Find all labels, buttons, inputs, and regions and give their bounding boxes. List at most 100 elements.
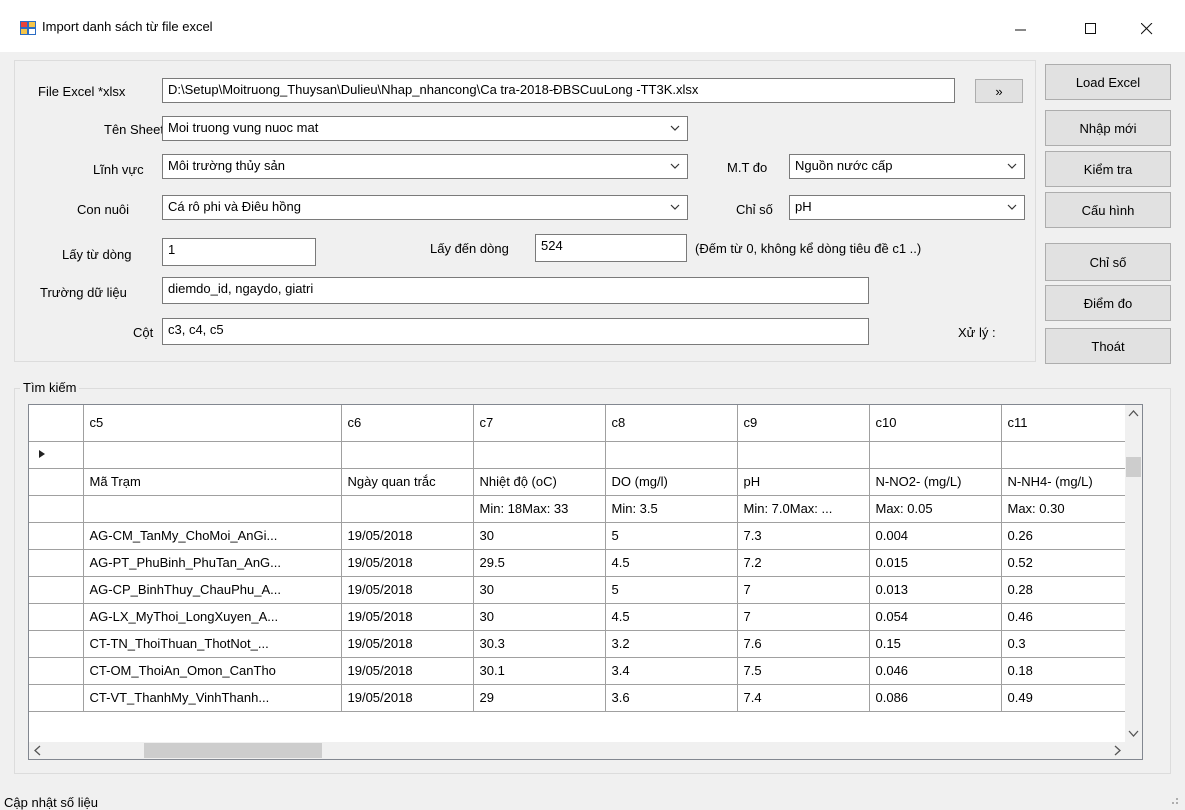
table-cell[interactable] — [473, 441, 606, 469]
table-cell[interactable]: 0.004 — [869, 522, 1002, 550]
table-cell[interactable]: CT-VT_ThanhMy_VinhThanh... — [83, 684, 342, 712]
resize-grip-icon[interactable] — [1171, 797, 1179, 805]
column-header[interactable]: c11 — [1001, 405, 1134, 442]
table-cell[interactable]: 30 — [473, 522, 606, 550]
table-cell[interactable] — [737, 441, 870, 469]
scroll-down-icon[interactable] — [1125, 725, 1142, 742]
table-cell[interactable]: 19/05/2018 — [341, 657, 474, 685]
diem-do-button[interactable]: Điểm đo — [1045, 285, 1171, 321]
table-cell[interactable] — [83, 441, 342, 469]
dendong-input[interactable]: 524 — [535, 234, 687, 262]
table-cell[interactable]: 0.49 — [1001, 684, 1134, 712]
load-excel-button[interactable]: Load Excel — [1045, 64, 1171, 100]
table-cell[interactable] — [1001, 441, 1134, 469]
table-row[interactable]: AG-LX_MyThoi_LongXuyen_A... 19/05/2018 30 4… — [29, 603, 1134, 631]
table-cell[interactable]: N-NO2- (mg/L) — [869, 468, 1002, 496]
table-cell[interactable]: 4.5 — [605, 603, 738, 631]
table-cell[interactable]: AG-CM_TanMy_ChoMoi_AnGi... — [83, 522, 342, 550]
vertical-scrollbar[interactable] — [1125, 405, 1142, 742]
cau-hinh-button[interactable]: Cấu hình — [1045, 192, 1171, 228]
table-row[interactable]: AG-CM_TanMy_ChoMoi_AnGi... 19/05/2018 30 5 7… — [29, 522, 1134, 550]
table-cell[interactable]: 3.6 — [605, 684, 738, 712]
row-header[interactable] — [29, 603, 84, 631]
table-cell[interactable]: 7.3 — [737, 522, 870, 550]
row-header[interactable] — [29, 684, 84, 712]
table-cell[interactable]: AG-LX_MyThoi_LongXuyen_A... — [83, 603, 342, 631]
table-cell[interactable]: 0.015 — [869, 549, 1002, 577]
scroll-right-icon[interactable] — [1109, 742, 1126, 759]
column-header[interactable]: c5 — [83, 405, 342, 442]
column-header[interactable]: c7 — [473, 405, 606, 442]
table-cell[interactable] — [605, 441, 738, 469]
table-cell[interactable]: 5 — [605, 522, 738, 550]
table-row[interactable]: CT-VT_ThanhMy_VinhThanh... 19/05/2018 29 3.… — [29, 684, 1134, 712]
table-cell[interactable]: 19/05/2018 — [341, 603, 474, 631]
table-cell[interactable]: 0.26 — [1001, 522, 1134, 550]
table-cell[interactable] — [341, 441, 474, 469]
table-cell[interactable]: CT-TN_ThoiThuan_ThotNot_... — [83, 630, 342, 658]
row-header[interactable] — [29, 630, 84, 658]
chi-so-button[interactable]: Chỉ số — [1045, 243, 1171, 281]
table-cell[interactable]: Max: 0.05 — [869, 495, 1002, 523]
table-row[interactable]: CT-OM_ThoiAn_Omon_CanTho 19/05/2018 30.1 3.… — [29, 657, 1134, 685]
vertical-scroll-thumb[interactable] — [1126, 457, 1141, 477]
table-cell[interactable]: CT-OM_ThoiAn_Omon_CanTho — [83, 657, 342, 685]
table-cell[interactable]: 7.2 — [737, 549, 870, 577]
table-cell[interactable]: 30.1 — [473, 657, 606, 685]
maximize-button[interactable] — [1068, 14, 1114, 44]
horizontal-scrollbar[interactable] — [29, 742, 1126, 759]
table-cell[interactable]: 0.28 — [1001, 576, 1134, 604]
table-cell[interactable]: Nhiệt độ (oC) — [473, 468, 606, 496]
nhap-moi-button[interactable]: Nhập mới — [1045, 110, 1171, 146]
column-header[interactable]: c6 — [341, 405, 474, 442]
table-cell[interactable]: 0.046 — [869, 657, 1002, 685]
table-cell[interactable]: 30 — [473, 603, 606, 631]
table-cell[interactable]: 0.15 — [869, 630, 1002, 658]
table-row[interactable]: AG-CP_BinhThuy_ChauPhu_A... 19/05/2018 30 5… — [29, 576, 1134, 604]
scroll-left-icon[interactable] — [29, 742, 46, 759]
table-cell[interactable]: 19/05/2018 — [341, 576, 474, 604]
row-header[interactable] — [29, 657, 84, 685]
row-header[interactable] — [29, 441, 84, 469]
table-cell[interactable]: 7.5 — [737, 657, 870, 685]
table-cell[interactable]: 3.2 — [605, 630, 738, 658]
table-cell[interactable] — [341, 495, 474, 523]
table-cell[interactable]: 5 — [605, 576, 738, 604]
table-cell[interactable]: AG-CP_BinhThuy_ChauPhu_A... — [83, 576, 342, 604]
row-header[interactable] — [29, 522, 84, 550]
table-cell[interactable]: 30.3 — [473, 630, 606, 658]
table-cell[interactable]: 0.52 — [1001, 549, 1134, 577]
kiem-tra-button[interactable]: Kiểm tra — [1045, 151, 1171, 187]
column-header[interactable]: c8 — [605, 405, 738, 442]
table-cell[interactable]: 0.46 — [1001, 603, 1134, 631]
table-cell[interactable]: Min: 18Max: 33 — [473, 495, 606, 523]
horizontal-scroll-thumb[interactable] — [144, 743, 322, 758]
table-cell[interactable]: 30 — [473, 576, 606, 604]
table-cell[interactable]: 19/05/2018 — [341, 549, 474, 577]
column-header[interactable]: c9 — [737, 405, 870, 442]
table-cell[interactable]: 0.013 — [869, 576, 1002, 604]
column-header[interactable]: c10 — [869, 405, 1002, 442]
table-row[interactable]: AG-PT_PhuBinh_PhuTan_AnG... 19/05/2018 29.… — [29, 549, 1134, 577]
file-path-input[interactable]: D:\Setup\Moitruong_Thuysan\Dulieu\Nhap_n… — [162, 78, 955, 103]
data-grid[interactable]: c5 c6 c7 c8 c9 c10 c11 Mã Trạm Ngày quan trắc Nhi… — [28, 404, 1143, 760]
row-header[interactable] — [29, 576, 84, 604]
table-cell[interactable]: N-NH4- (mg/L) — [1001, 468, 1134, 496]
close-button[interactable] — [1124, 14, 1170, 44]
table-cell[interactable]: 4.5 — [605, 549, 738, 577]
table-cell[interactable]: 7.6 — [737, 630, 870, 658]
row-header[interactable] — [29, 468, 84, 496]
table-cell[interactable]: 7 — [737, 603, 870, 631]
table-cell[interactable]: 19/05/2018 — [341, 630, 474, 658]
table-cell[interactable]: 19/05/2018 — [341, 522, 474, 550]
browse-button[interactable]: » — [975, 79, 1023, 103]
grid-corner-cell[interactable] — [29, 405, 84, 442]
table-row[interactable]: Min: 18Max: 33 Min: 3.5 Min: 7.0Max: ... Ma… — [29, 495, 1134, 523]
table-cell[interactable]: 0.086 — [869, 684, 1002, 712]
linhvuc-select[interactable]: Môi trường thủy sản — [162, 154, 688, 179]
table-cell[interactable]: Min: 3.5 — [605, 495, 738, 523]
table-cell[interactable] — [83, 495, 342, 523]
table-cell[interactable]: 29.5 — [473, 549, 606, 577]
table-row[interactable]: Mã Trạm Ngày quan trắc Nhiệt độ (oC) DO (mg… — [29, 468, 1134, 496]
tudong-input[interactable]: 1 — [162, 238, 316, 266]
